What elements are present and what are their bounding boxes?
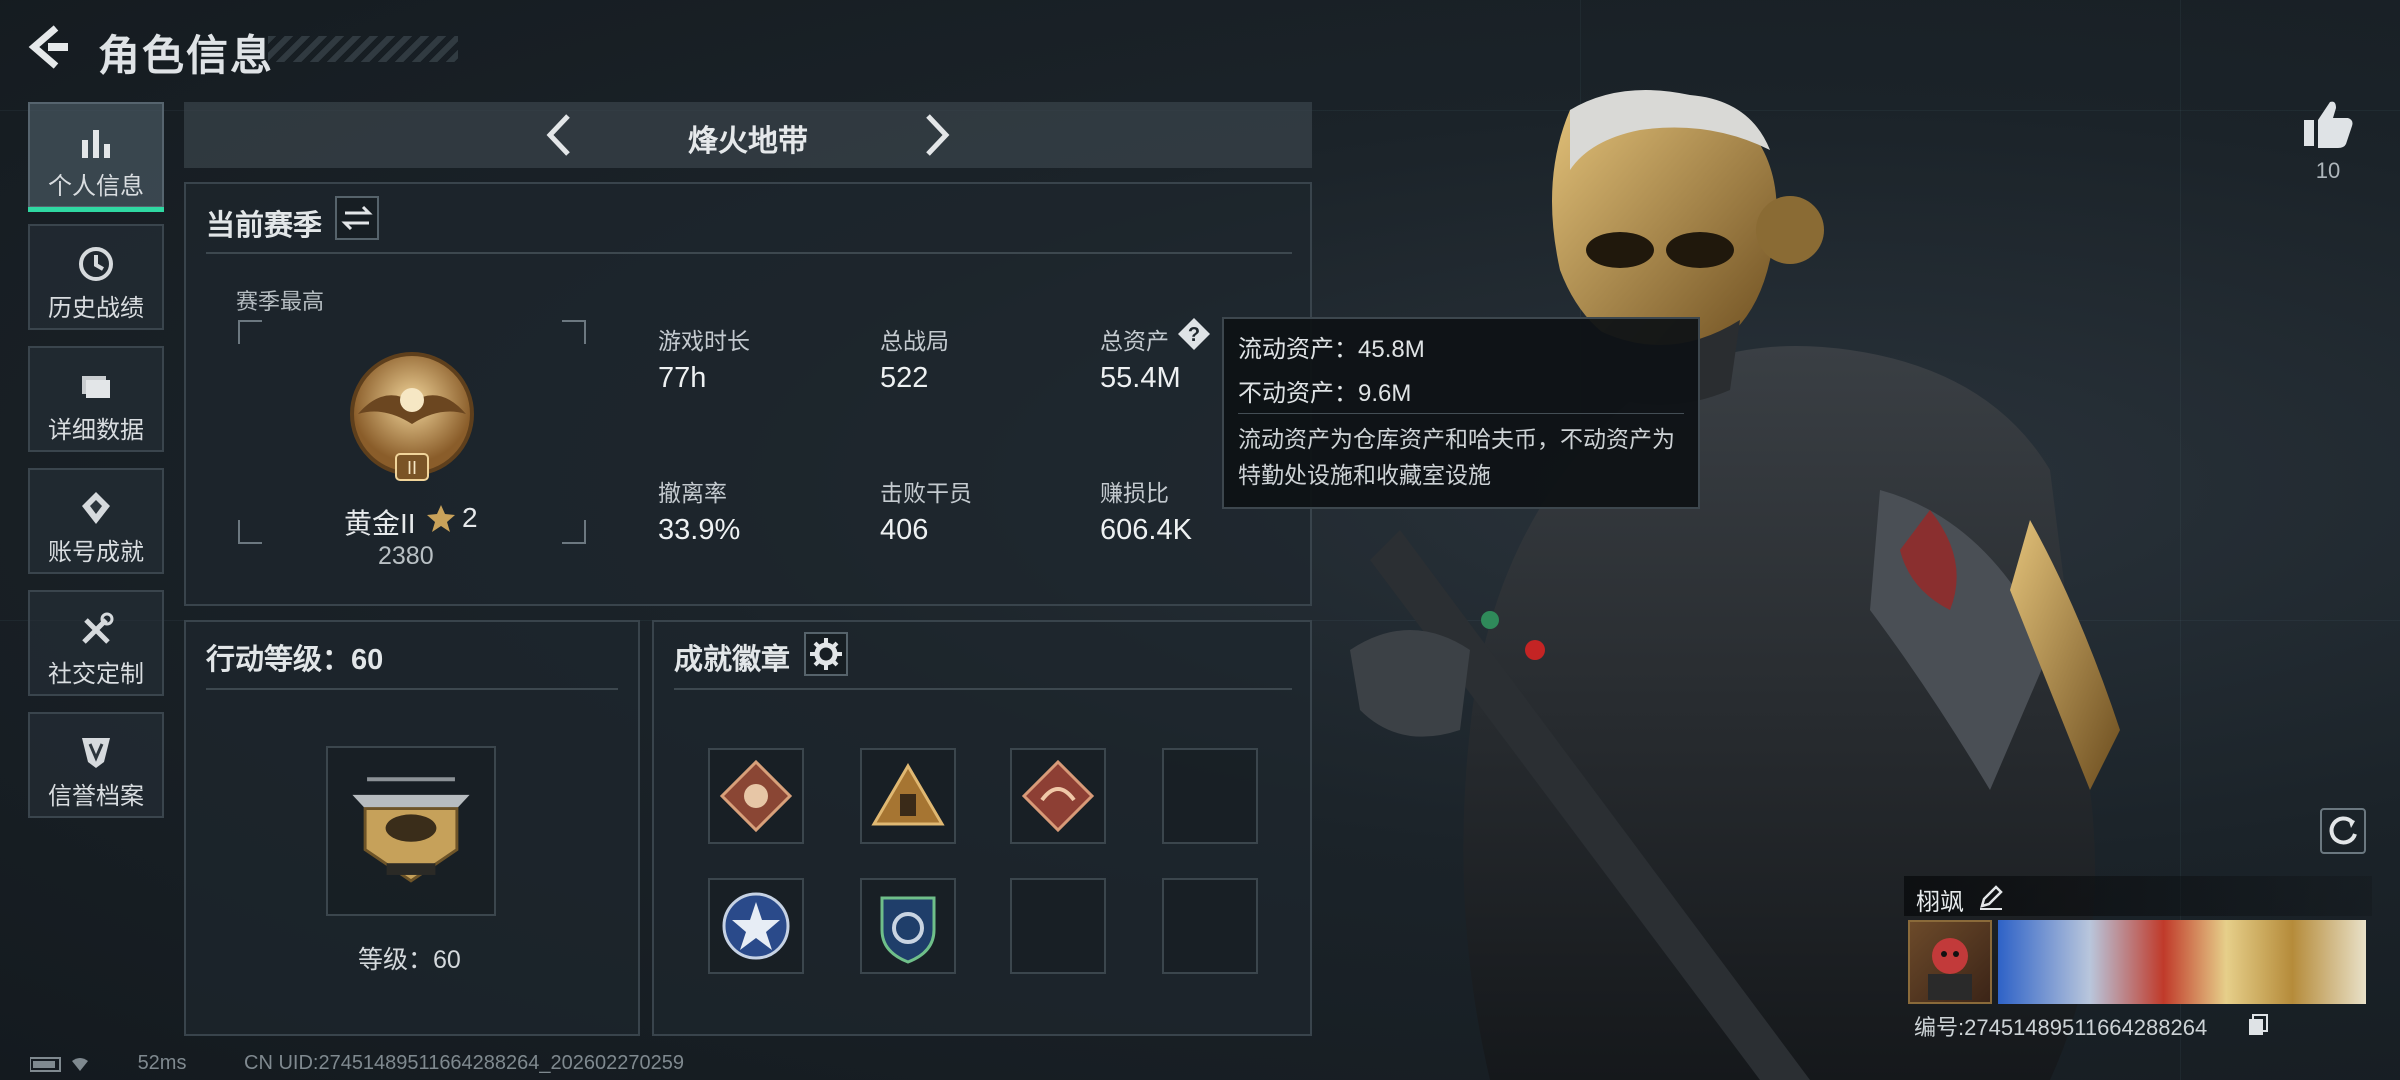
svg-text:II: II xyxy=(407,458,417,478)
tools-icon xyxy=(82,612,114,644)
copy-icon[interactable] xyxy=(2246,1012,2270,1036)
nav-label: 历史战绩 xyxy=(48,295,144,322)
level-title: 行动等级：60 xyxy=(206,644,384,676)
badge-settings-button[interactable] xyxy=(804,632,848,676)
edit-name-icon[interactable] xyxy=(1978,884,2004,910)
level-label: 等级：60 xyxy=(358,946,461,974)
badge-slot-empty[interactable] xyxy=(1162,878,1258,974)
like-count: 10 xyxy=(2315,158,2341,183)
stat-label: 游戏时长 xyxy=(658,328,750,354)
star-badge-icon xyxy=(722,892,790,960)
liquid-assets: 流动资产：45.8M xyxy=(1238,336,1425,363)
assets-tooltip: 流动资产：45.8M 不动资产：9.6M 流动资产为仓库资产和哈夫币，不动资产为… xyxy=(1222,317,1700,509)
assets-help-button[interactable]: ? xyxy=(1176,316,1212,352)
folder-icon xyxy=(82,376,110,398)
mode-selector: 烽火地带 xyxy=(184,102,1312,168)
fixed-assets: 不动资产：9.6M xyxy=(1238,380,1412,407)
rank-stars: 2 xyxy=(462,502,478,533)
swap-icon xyxy=(341,205,373,231)
nav-item-achievements[interactable]: 账号成就 xyxy=(28,468,164,574)
thumbs-up-icon[interactable] xyxy=(2300,96,2356,152)
back-button[interactable] xyxy=(26,22,72,72)
frame-corner xyxy=(238,520,262,544)
page-title: 角色信息 xyxy=(98,32,275,79)
avatar[interactable] xyxy=(1908,920,1992,1004)
nav-label: 账号成就 xyxy=(48,539,144,566)
nav-label: 信誉档案 xyxy=(48,783,144,810)
cn-uid: CN UID:27451489511664288264_202602270259 xyxy=(244,1052,685,1074)
stat-label: 总资产 xyxy=(1100,328,1169,354)
player-id: 编号:27451489511664288264 xyxy=(1914,1015,2208,1040)
frame-corner xyxy=(562,520,586,544)
wolf-badge-icon xyxy=(719,759,793,833)
nav-item-detailed-data[interactable]: 详细数据 xyxy=(28,346,164,452)
player-name: 栩飒 xyxy=(1916,889,1964,916)
badges-title: 成就徽章 xyxy=(674,644,791,676)
badge-slot[interactable] xyxy=(1010,748,1106,844)
nav-item-social-custom[interactable]: 社交定制 xyxy=(28,590,164,696)
title-decoration xyxy=(268,36,458,62)
season-best-label: 赛季最高 xyxy=(236,289,325,314)
assets-description: 流动资产为仓库资产和哈夫币，不动资产为特勤处设施和收藏室设施 xyxy=(1238,426,1675,488)
mode-title: 烽火地带 xyxy=(688,125,808,158)
stat-value: 77h xyxy=(658,362,707,394)
divider xyxy=(674,688,1292,690)
achievement-icon xyxy=(82,492,110,524)
badge-slot[interactable] xyxy=(860,748,956,844)
svg-text:?: ? xyxy=(1188,324,1200,346)
clock-icon xyxy=(79,247,113,281)
bar-chart-icon xyxy=(82,130,110,158)
badge-slot[interactable] xyxy=(708,748,804,844)
nav-item-personal-info[interactable]: 个人信息 xyxy=(28,102,164,212)
ping-value: 52ms xyxy=(137,1052,187,1075)
dragon-badge-icon xyxy=(1021,759,1095,833)
badge-slot[interactable] xyxy=(708,878,804,974)
frame-corner xyxy=(238,320,262,344)
help-icon: ? xyxy=(1178,318,1210,350)
badge-slot-empty[interactable] xyxy=(1162,748,1258,844)
stat-value: 33.9% xyxy=(658,514,741,546)
stat-value: 55.4M xyxy=(1100,362,1181,394)
nav-label: 详细数据 xyxy=(48,417,144,444)
nav-label: 个人信息 xyxy=(48,173,144,200)
helicopter-emblem-icon xyxy=(352,777,470,883)
side-nav: 个人信息 历史战绩 详细数据 账号成就 社交定制 信誉档案 xyxy=(28,102,166,834)
player-banner[interactable] xyxy=(1998,920,2366,1004)
gear-icon xyxy=(810,638,842,670)
stat-label: 击败干员 xyxy=(880,480,972,506)
soldier-badge-icon xyxy=(871,763,945,826)
rank-emblem-icon: II xyxy=(350,352,474,481)
shield-icon xyxy=(82,738,110,768)
divider xyxy=(1238,413,1684,414)
rank-score: 2380 xyxy=(378,542,434,570)
stat-value: 522 xyxy=(880,362,929,394)
battery-wifi-icon xyxy=(29,1056,88,1072)
badge-slot[interactable] xyxy=(860,878,956,974)
frame-corner xyxy=(562,320,586,344)
season-title: 当前赛季 xyxy=(206,210,323,242)
stat-label: 赚损比 xyxy=(1100,480,1169,506)
shield-badge-icon xyxy=(880,896,936,964)
stat-label: 撤离率 xyxy=(658,480,727,506)
star-icon xyxy=(427,505,455,532)
stat-value: 606.4K xyxy=(1100,514,1192,546)
divider xyxy=(206,688,618,690)
chevron-right-icon xyxy=(926,114,950,156)
player-name-bar xyxy=(1904,876,2372,916)
stat-value: 406 xyxy=(880,514,929,546)
switch-season-button[interactable] xyxy=(335,196,379,240)
badge-slot-empty[interactable] xyxy=(1010,878,1106,974)
rotate-model-button[interactable] xyxy=(2320,808,2366,854)
nav-item-history[interactable]: 历史战绩 xyxy=(28,224,164,330)
refresh-icon xyxy=(2329,816,2357,845)
nav-label: 社交定制 xyxy=(48,661,144,688)
stat-label: 总战局 xyxy=(880,328,949,354)
network-status: 52ms xyxy=(29,1052,187,1075)
divider xyxy=(206,252,1292,254)
nav-item-credit-record[interactable]: 信誉档案 xyxy=(28,712,164,818)
level-emblem-frame xyxy=(326,746,496,916)
back-arrow-icon xyxy=(28,25,68,69)
next-mode-button[interactable] xyxy=(910,110,960,160)
avatar-portrait-icon xyxy=(1928,938,1972,1000)
